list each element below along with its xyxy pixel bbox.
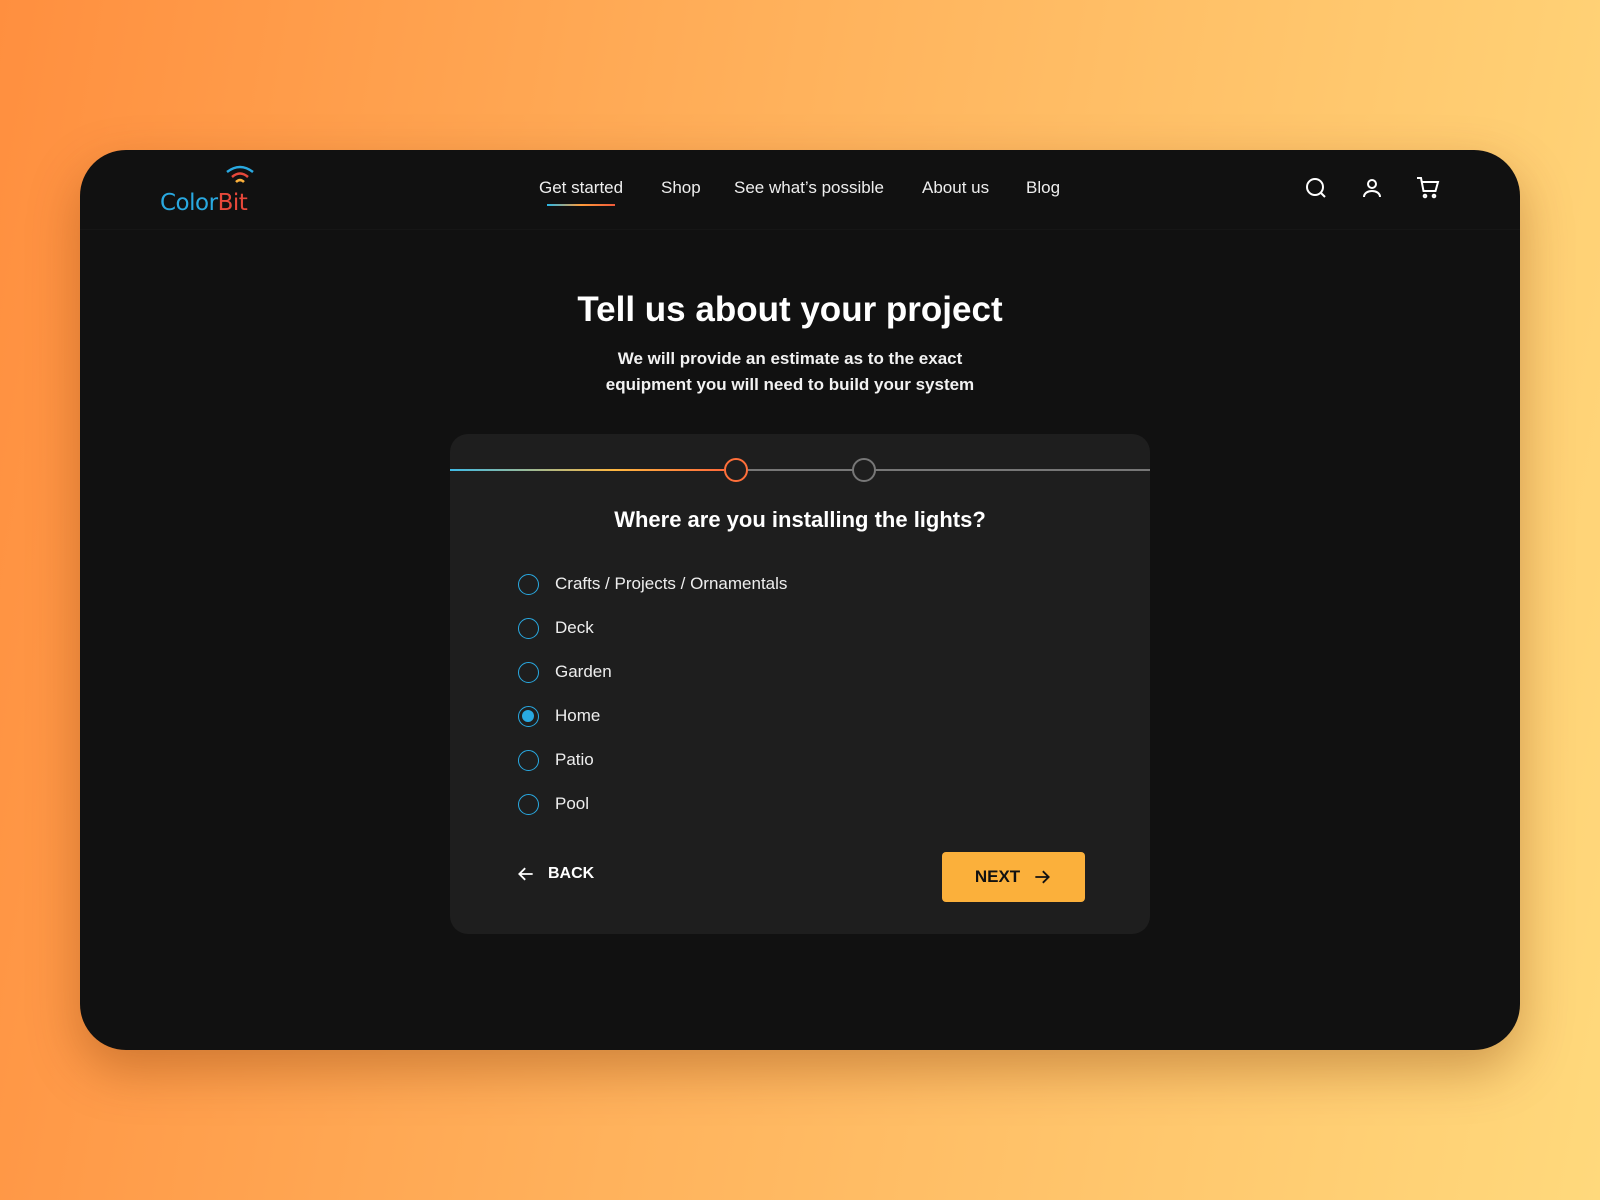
step-1-indicator [724, 458, 748, 482]
arrow-right-icon [1035, 870, 1051, 884]
cart-icon[interactable] [1416, 176, 1440, 200]
progress-completed [450, 469, 724, 471]
wifi-icon [226, 165, 254, 183]
subtitle-line: We will provide an estimate as to the ex… [617, 349, 963, 368]
radio[interactable] [518, 749, 539, 771]
option-garden[interactable]: Garden [518, 657, 612, 687]
header: ColorBit Get started Shop See what’s pos… [80, 150, 1520, 230]
step-2-indicator [852, 458, 876, 482]
option-deck[interactable]: Deck [518, 613, 594, 643]
page-title: Tell us about your project [577, 290, 1003, 329]
question-title: Where are you installing the lights? [614, 507, 986, 532]
option-label: Deck [555, 618, 594, 637]
back-label: BACK [548, 865, 595, 882]
logo[interactable]: ColorBit [160, 164, 260, 216]
nav-shop[interactable]: Shop [661, 178, 701, 198]
back-button[interactable]: BACK [516, 864, 594, 884]
page-subtitle: We will provide an estimate as to the ex… [80, 346, 1500, 398]
option-crafts[interactable]: Crafts / Projects / Ornamentals [518, 569, 787, 599]
nav-get-started[interactable]: Get started [539, 178, 623, 206]
option-label: Pool [555, 794, 590, 813]
progress-remaining [748, 469, 1150, 471]
next-button[interactable]: NEXT [942, 852, 1085, 902]
project-form: Where are you installing the lights? Cra… [450, 434, 1150, 934]
logo-text-color: Color [160, 190, 218, 216]
option-home[interactable]: Home [518, 701, 600, 731]
nav-see-whats-possible[interactable]: See what’s possible [734, 178, 884, 198]
nav-blog[interactable]: Blog [1026, 178, 1060, 198]
subtitle-line: equipment you will need to build your sy… [605, 375, 975, 394]
radio[interactable] [518, 617, 539, 639]
option-label: Garden [555, 662, 612, 681]
app-window: ColorBit Get started Shop See what’s pos… [80, 150, 1520, 1050]
option-label: Home [555, 706, 601, 725]
option-patio[interactable]: Patio [518, 745, 594, 775]
logo-text-bit: Bit [217, 190, 248, 216]
next-label: NEXT [974, 867, 1021, 886]
nav-about-us[interactable]: About us [922, 178, 989, 198]
arrow-left-icon [518, 867, 533, 881]
radio-selected[interactable] [518, 705, 539, 727]
option-pool[interactable]: Pool [518, 789, 589, 819]
option-label: Crafts / Projects / Ornamentals [555, 574, 788, 593]
radio[interactable] [518, 661, 539, 683]
option-label: Patio [555, 750, 594, 769]
user-icon[interactable] [1360, 176, 1384, 200]
radio[interactable] [518, 793, 539, 815]
radio[interactable] [518, 573, 539, 595]
search-icon[interactable] [1304, 176, 1328, 200]
